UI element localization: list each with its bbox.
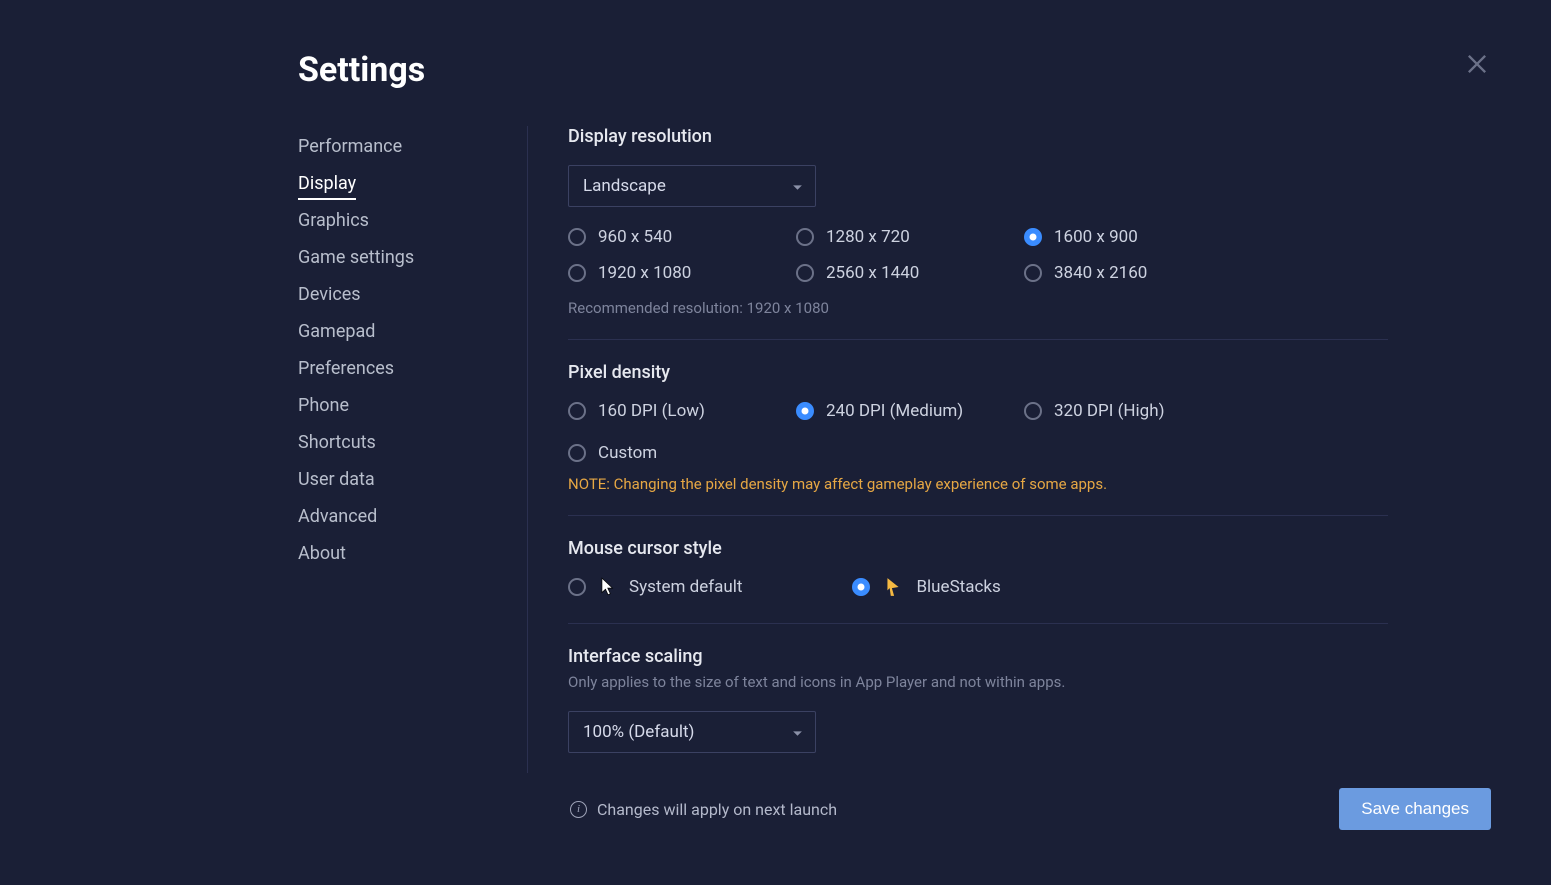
divider — [568, 515, 1388, 516]
sidebar: Performance Display Graphics Game settin… — [298, 126, 528, 773]
radio-icon — [568, 578, 586, 596]
sidebar-item-game-settings[interactable]: Game settings — [298, 239, 507, 276]
resolution-2560x1440[interactable]: 2560 x 1440 — [796, 263, 1024, 283]
sidebar-item-phone[interactable]: Phone — [298, 387, 507, 424]
resolution-1600x900[interactable]: 1600 x 900 — [1024, 227, 1252, 247]
scaling-title: Interface scaling — [568, 646, 1388, 667]
close-icon[interactable] — [1463, 50, 1491, 78]
resolution-960x540[interactable]: 960 x 540 — [568, 227, 796, 247]
cursor-title: Mouse cursor style — [568, 538, 1388, 559]
orientation-value: Landscape — [583, 176, 666, 196]
radio-icon — [1024, 264, 1042, 282]
radio-icon — [796, 402, 814, 420]
cursor-bluestacks[interactable]: BlueStacks — [852, 577, 1000, 597]
density-options: 160 DPI (Low) 240 DPI (Medium) 320 DPI (… — [568, 401, 1388, 463]
cursor-system-default[interactable]: System default — [568, 577, 742, 597]
chevron-down-icon — [792, 723, 803, 742]
sidebar-item-advanced[interactable]: Advanced — [298, 498, 507, 535]
radio-icon — [796, 264, 814, 282]
scaling-value: 100% (Default) — [583, 722, 694, 742]
cursor-bluestacks-icon — [884, 577, 902, 597]
footer: Changes will apply on next launch Save c… — [570, 788, 1491, 830]
resolution-1280x720[interactable]: 1280 x 720 — [796, 227, 1024, 247]
sidebar-item-devices[interactable]: Devices — [298, 276, 507, 313]
radio-icon — [568, 228, 586, 246]
save-changes-button[interactable]: Save changes — [1339, 788, 1491, 830]
resolution-1920x1080[interactable]: 1920 x 1080 — [568, 263, 796, 283]
radio-icon — [1024, 402, 1042, 420]
radio-icon — [1024, 228, 1042, 246]
cursor-default-icon — [600, 577, 615, 597]
density-240[interactable]: 240 DPI (Medium) — [796, 401, 1024, 421]
content-panel: Display resolution Landscape 960 x 540 1… — [528, 126, 1468, 773]
sidebar-item-graphics[interactable]: Graphics — [298, 202, 507, 239]
recommended-resolution: Recommended resolution: 1920 x 1080 — [568, 299, 1388, 317]
orientation-select[interactable]: Landscape — [568, 165, 816, 207]
density-title: Pixel density — [568, 362, 1388, 383]
sidebar-item-performance[interactable]: Performance — [298, 128, 507, 165]
radio-icon — [568, 264, 586, 282]
density-custom[interactable]: Custom — [568, 443, 796, 463]
resolution-title: Display resolution — [568, 126, 1388, 147]
scaling-select[interactable]: 100% (Default) — [568, 711, 816, 753]
sidebar-item-preferences[interactable]: Preferences — [298, 350, 507, 387]
radio-icon — [568, 402, 586, 420]
density-160[interactable]: 160 DPI (Low) — [568, 401, 796, 421]
divider — [568, 623, 1388, 624]
sidebar-item-shortcuts[interactable]: Shortcuts — [298, 424, 507, 461]
sidebar-item-about[interactable]: About — [298, 535, 507, 572]
sidebar-item-gamepad[interactable]: Gamepad — [298, 313, 507, 350]
cursor-options: System default BlueStacks — [568, 577, 1388, 597]
divider — [568, 339, 1388, 340]
density-320[interactable]: 320 DPI (High) — [1024, 401, 1252, 421]
radio-icon — [568, 444, 586, 462]
density-note: NOTE: Changing the pixel density may aff… — [568, 475, 1388, 493]
radio-icon — [852, 578, 870, 596]
page-title: Settings — [298, 50, 1551, 90]
chevron-down-icon — [792, 177, 803, 196]
sidebar-item-user-data[interactable]: User data — [298, 461, 507, 498]
info-icon — [570, 801, 587, 818]
resolution-3840x2160[interactable]: 3840 x 2160 — [1024, 263, 1252, 283]
footer-info-text: Changes will apply on next launch — [597, 800, 837, 819]
scaling-subtitle: Only applies to the size of text and ico… — [568, 673, 1388, 691]
sidebar-item-display[interactable]: Display — [298, 165, 507, 202]
resolution-options: 960 x 540 1280 x 720 1600 x 900 1920 x 1… — [568, 227, 1388, 283]
radio-icon — [796, 228, 814, 246]
